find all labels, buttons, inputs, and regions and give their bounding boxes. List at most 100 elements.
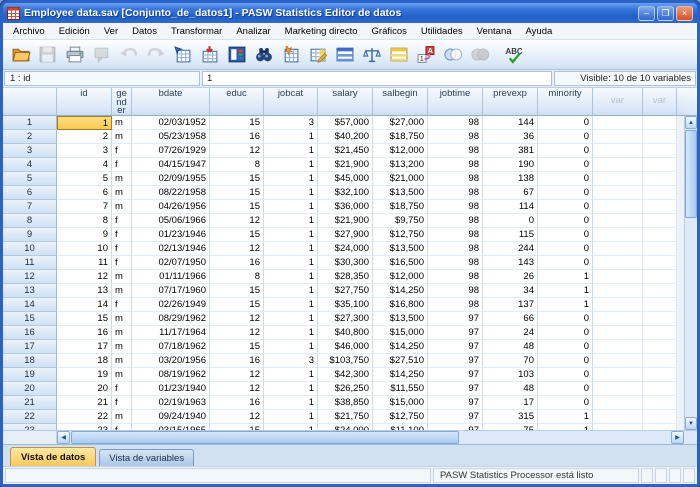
row-header[interactable]: 19 [3,368,57,382]
cell[interactable] [593,354,643,368]
cell[interactable]: 98 [428,130,483,144]
cell[interactable]: 0 [538,116,593,130]
cell[interactable] [643,200,677,214]
column-header-var-2[interactable]: var [643,88,677,116]
cell[interactable]: 1 [264,186,318,200]
cell[interactable]: m [112,312,132,326]
column-header-salbegin[interactable]: salbegin [373,88,428,116]
cell[interactable]: 02/07/1950 [132,256,210,270]
cell[interactable]: f [112,396,132,410]
row-header[interactable]: 16 [3,326,57,340]
cell[interactable] [643,158,677,172]
cell[interactable]: 08/29/1962 [132,312,210,326]
cell[interactable]: 05/23/1958 [132,130,210,144]
cell[interactable]: $42,300 [318,368,373,382]
cell[interactable]: f [112,228,132,242]
cell[interactable] [593,326,643,340]
cell[interactable]: 0 [538,144,593,158]
vertical-scroll-thumb[interactable] [685,130,697,218]
cell[interactable]: $21,450 [318,144,373,158]
cell[interactable]: 97 [428,410,483,424]
cell[interactable]: 98 [428,186,483,200]
cell[interactable]: 97 [428,326,483,340]
toolbar-insert-variable-button[interactable] [305,42,331,67]
cell[interactable] [643,228,677,242]
cell[interactable]: $16,800 [373,298,428,312]
cell[interactable] [643,242,677,256]
cell[interactable]: 2 [57,130,112,144]
cell[interactable]: 02/03/1952 [132,116,210,130]
cell[interactable]: 8 [210,158,264,172]
cell[interactable]: 4 [57,158,112,172]
toolbar-open-data-button[interactable] [8,42,34,67]
cell[interactable]: $15,000 [373,396,428,410]
row-header[interactable]: 14 [3,298,57,312]
cell[interactable]: 11 [57,256,112,270]
cell[interactable] [643,116,677,130]
cell[interactable] [643,144,677,158]
cell[interactable]: m [112,172,132,186]
cell[interactable]: 01/23/1946 [132,228,210,242]
cell[interactable]: 07/26/1929 [132,144,210,158]
cell[interactable]: 1 [264,326,318,340]
cell[interactable]: 0 [538,172,593,186]
cell[interactable]: 12 [210,368,264,382]
cell[interactable] [593,368,643,382]
cell[interactable]: $12,750 [373,410,428,424]
cell[interactable]: 12 [210,214,264,228]
cell[interactable]: f [112,214,132,228]
minimize-button[interactable]: – [638,6,655,21]
cell[interactable]: 10 [57,242,112,256]
row-header[interactable]: 15 [3,312,57,326]
cell[interactable]: 16 [210,130,264,144]
cell[interactable]: $26,250 [318,382,373,396]
cell[interactable]: $57,000 [318,116,373,130]
cell[interactable] [593,312,643,326]
row-header[interactable]: 13 [3,284,57,298]
cell[interactable]: 0 [538,130,593,144]
cell[interactable]: 15 [210,228,264,242]
cell[interactable]: 16 [210,396,264,410]
cell[interactable]: 0 [538,158,593,172]
cell[interactable]: $15,000 [373,326,428,340]
cell[interactable]: m [112,354,132,368]
cell[interactable]: 12 [57,270,112,284]
cell[interactable]: m [112,368,132,382]
cell[interactable]: $32,100 [318,186,373,200]
toolbar-use-variable-sets-button[interactable] [440,42,466,67]
cell[interactable]: $27,900 [318,228,373,242]
cell[interactable]: 07/18/1962 [132,340,210,354]
menu-item-utilidades[interactable]: Utilidades [414,24,470,39]
cell[interactable]: $40,200 [318,130,373,144]
cell[interactable]: 12 [210,326,264,340]
cell[interactable]: 03/20/1956 [132,354,210,368]
menu-item-ventana[interactable]: Ventana [470,24,519,39]
cell[interactable]: $11,550 [373,382,428,396]
cell[interactable]: f [112,242,132,256]
cell[interactable]: $45,000 [318,172,373,186]
cell[interactable] [593,270,643,284]
row-header[interactable]: 18 [3,354,57,368]
toolbar-value-labels-button[interactable]: 1A [413,42,439,67]
cell[interactable]: m [112,130,132,144]
cell[interactable]: $13,500 [373,242,428,256]
scroll-left-button[interactable]: ◀ [57,431,70,444]
row-header[interactable]: 3 [3,144,57,158]
row-header[interactable]: 21 [3,396,57,410]
row-header[interactable]: 9 [3,228,57,242]
cell[interactable]: 98 [428,270,483,284]
cell[interactable] [643,340,677,354]
grid-corner[interactable] [3,88,57,116]
column-header-minority[interactable]: minority [538,88,593,116]
cell[interactable] [643,284,677,298]
cell[interactable]: 98 [428,284,483,298]
toolbar-split-file-button[interactable] [332,42,358,67]
cell[interactable]: 138 [483,172,538,186]
cell[interactable]: 97 [428,354,483,368]
cell[interactable]: $21,900 [318,158,373,172]
cell[interactable]: $18,750 [373,200,428,214]
cell[interactable]: 18 [57,354,112,368]
row-header[interactable]: 11 [3,256,57,270]
cell[interactable]: 0 [483,214,538,228]
row-header[interactable]: 4 [3,158,57,172]
